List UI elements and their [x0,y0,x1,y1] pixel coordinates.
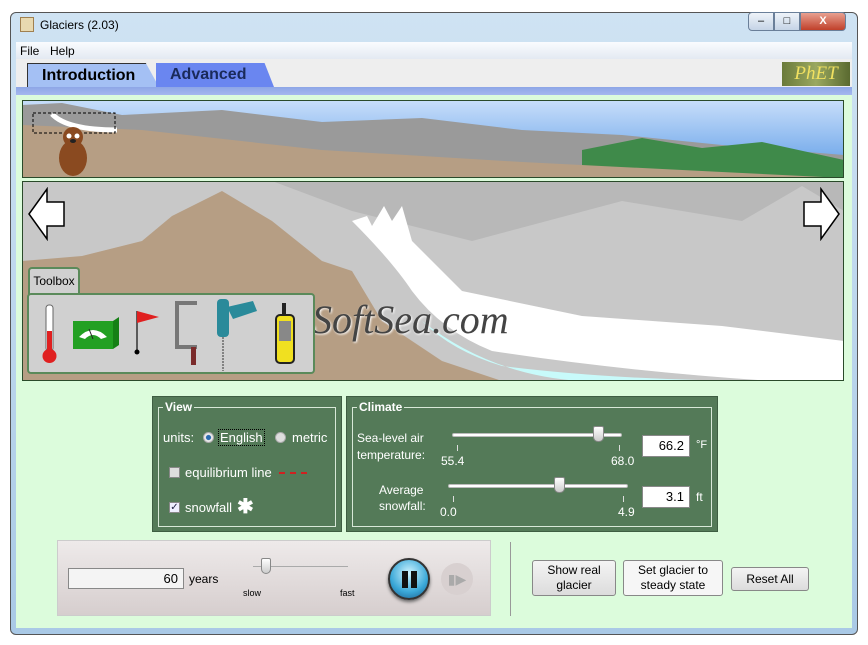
pause-button[interactable] [388,558,430,600]
english-radio[interactable] [203,432,214,443]
view-panel: View units: English metric equilibrium l… [152,396,342,532]
pause-icon [402,571,408,588]
label: Show real [547,563,601,577]
fast-label: fast [340,588,355,598]
phet-logo[interactable]: PhET [782,62,850,86]
snowfall-rate-label-2: snowfall: [379,499,426,513]
years-label: years [189,572,219,586]
equilibrium-line-label[interactable]: equilibrium line [185,465,272,480]
metric-radio[interactable] [275,432,286,443]
years-display: 60 [68,568,184,589]
overview-scene[interactable] [22,100,844,178]
slow-label: slow [243,588,262,598]
tab-advanced[interactable]: Advanced [156,63,274,87]
temperature-max: 68.0 [611,454,635,468]
tab-introduction[interactable]: Introduction [27,63,159,87]
equilibrium-line-checkbox[interactable] [169,467,180,478]
show-real-glacier-button[interactable]: Show real glacier [532,560,616,596]
speed-slider-thumb[interactable] [261,558,271,574]
toolbox-panel [27,293,315,374]
label: glacier [556,578,592,592]
climate-panel: Climate Sea-level air temperature: 55.4 … [346,396,718,532]
snowfall-unit: ft [696,490,703,504]
java-app-icon [20,17,34,32]
divider [510,542,511,616]
temperature-input[interactable]: 66.2 [642,435,690,457]
snowfall-slider-thumb[interactable] [554,477,565,493]
gps-receiver-icon[interactable] [273,301,299,367]
maximize-button[interactable]: □ [774,12,800,31]
menu-help[interactable]: Help [50,44,75,58]
menu-bar [16,42,852,59]
step-button[interactable]: ▮▶ [441,563,473,595]
menu-file[interactable]: File [20,44,39,58]
label: Set glacier to [637,563,709,577]
watermark: SoftSea.com [312,297,509,342]
scroll-left-arrow-icon[interactable] [28,187,66,241]
snowfall-input[interactable]: 3.1 [642,486,690,508]
temperature-label-2: temperature: [357,448,426,462]
climate-title: Climate [357,400,405,414]
window-title: Glaciers (2.03) [40,18,119,32]
borehole-clamp-icon[interactable] [173,301,203,367]
temperature-unit: °F [696,439,708,451]
clock-panel: 60 years slow fast ▮▶ [57,540,491,616]
flag-icon[interactable] [131,307,161,357]
snowfall-min: 0.0 [440,505,457,519]
snowfall-rate-label-1: Average [379,483,424,497]
glacial-budget-meter-icon[interactable] [71,315,121,351]
label: steady state [640,578,706,592]
thermometer-icon[interactable] [39,303,61,365]
minimize-button[interactable]: – [748,12,774,31]
snowfall-max: 4.9 [618,505,635,519]
snowfall-label[interactable]: snowfall [185,500,232,515]
temperature-slider-thumb[interactable] [593,426,604,442]
tab-strip [16,87,852,95]
snowfall-checkbox[interactable]: ✓ [169,502,180,513]
steady-state-button[interactable]: Set glacier to steady state [623,560,723,596]
reset-all-button[interactable]: Reset All [731,567,809,591]
toolbox-tab[interactable]: Toolbox [28,267,80,294]
temperature-label-1: Sea-level air [357,431,424,445]
temperature-min: 55.4 [441,454,465,468]
drill-icon[interactable] [213,297,261,373]
close-button[interactable]: X [800,12,846,31]
snowfall-slider-track[interactable] [448,484,628,488]
snowflake-icon: ✱ [237,496,254,518]
scroll-right-arrow-icon[interactable] [802,187,840,241]
equilibrium-line-legend [279,472,307,474]
metric-radio-label[interactable]: metric [292,430,327,445]
view-title: View [163,400,195,414]
english-radio-label[interactable]: English [218,429,265,446]
units-label: units: [163,430,195,445]
